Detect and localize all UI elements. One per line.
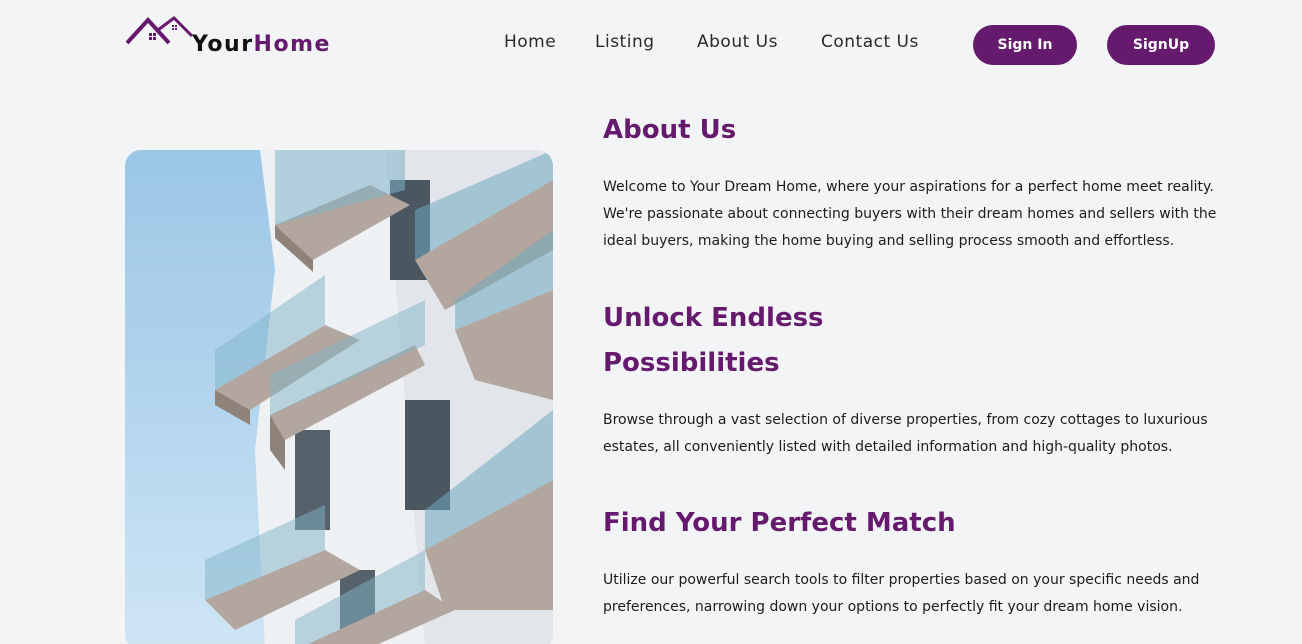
about-us-heading: About Us <box>603 115 737 145</box>
brand-part2: Home <box>253 32 331 57</box>
house-roof-icon <box>126 16 194 45</box>
building-illustration <box>205 150 553 644</box>
nav-about-us[interactable]: About Us <box>697 32 778 52</box>
unlock-text: Browse through a vast selection of diver… <box>603 412 1208 455</box>
find-match-heading: Find Your Perfect Match <box>603 508 956 538</box>
nav-listing[interactable]: Listing <box>595 32 655 52</box>
nav-home[interactable]: Home <box>504 32 556 52</box>
brand-part1: Your <box>192 32 254 57</box>
sign-up-button[interactable]: SignUp <box>1107 25 1215 65</box>
find-match-text: Utilize our powerful search tools to fil… <box>603 572 1200 615</box>
unlock-heading-line2: Possibilities <box>603 348 780 378</box>
sign-in-button[interactable]: Sign In <box>973 25 1077 65</box>
nav-contact-us[interactable]: Contact Us <box>821 32 919 52</box>
about-us-text: Welcome to Your Dream Home, where your a… <box>603 179 1217 249</box>
unlock-heading-line1: Unlock Endless <box>603 303 824 333</box>
building-photo <box>125 150 553 644</box>
logo[interactable]: YourHome <box>126 16 336 62</box>
brand-name: YourHome <box>192 32 331 57</box>
header: YourHome Home Listing About Us Contact U… <box>0 0 1302 90</box>
